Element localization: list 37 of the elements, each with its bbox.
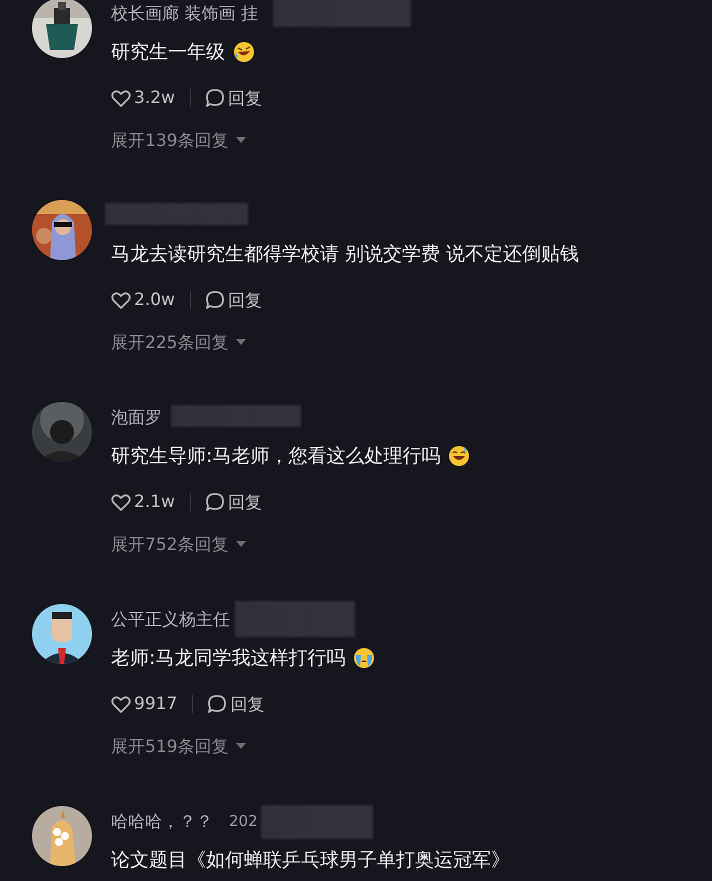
caret-icon xyxy=(236,137,246,143)
username: 哈哈哈，？？ xyxy=(111,810,213,832)
comment-text: 研究生一年级 xyxy=(111,40,225,65)
comment-text: 老师:马龙同学我这样打行吗 xyxy=(111,646,346,671)
expand-replies-button[interactable]: 展开519条回复 xyxy=(111,734,246,758)
comment-text: 研究生导师:马老师，您看这么处理行吗 xyxy=(111,444,440,469)
reply-button[interactable]: 回复 xyxy=(204,86,262,110)
caret-icon xyxy=(236,339,246,345)
comment-bubble-icon xyxy=(204,88,225,108)
expand-replies-button[interactable]: 展开139条回复 xyxy=(111,128,246,152)
username: 公平正义杨主任 xyxy=(111,608,230,630)
comment-bubble-icon xyxy=(204,290,225,310)
comment-text: 马龙去读研究生都得学校请 别说交学费 说不定还倒贴钱 xyxy=(111,242,580,267)
heart-icon xyxy=(111,290,131,310)
like-button[interactable]: 9917 xyxy=(111,694,178,714)
grinning-emoji-icon xyxy=(448,445,470,467)
comment-bubble-icon xyxy=(204,492,225,512)
reply-button[interactable]: 回复 xyxy=(204,288,262,312)
username: 泡面罗 xyxy=(111,406,162,428)
caret-icon xyxy=(236,541,246,547)
reply-button[interactable]: 回复 xyxy=(204,490,262,514)
crying-emoji-icon xyxy=(353,647,376,669)
comment-bubble-icon xyxy=(207,694,228,714)
like-button[interactable]: 2.0w xyxy=(111,290,175,310)
heart-icon xyxy=(111,492,131,512)
like-button[interactable]: 3.2w xyxy=(111,88,175,108)
caret-icon xyxy=(236,743,246,749)
heart-icon xyxy=(111,88,131,108)
expand-replies-button[interactable]: 展开752条回复 xyxy=(111,532,246,556)
laughing-emoji-icon xyxy=(233,41,255,63)
heart-icon xyxy=(111,694,131,714)
comment-text: 论文题目《如何蝉联乒乓球男子单打奥运冠军》 xyxy=(111,848,510,873)
comment-date: 202 xyxy=(229,812,258,830)
username: 校长画廊 装饰画 挂 xyxy=(111,2,258,24)
like-button[interactable]: 2.1w xyxy=(111,492,175,512)
expand-replies-button[interactable]: 展开225条回复 xyxy=(111,330,246,354)
reply-button[interactable]: 回复 xyxy=(207,692,264,716)
